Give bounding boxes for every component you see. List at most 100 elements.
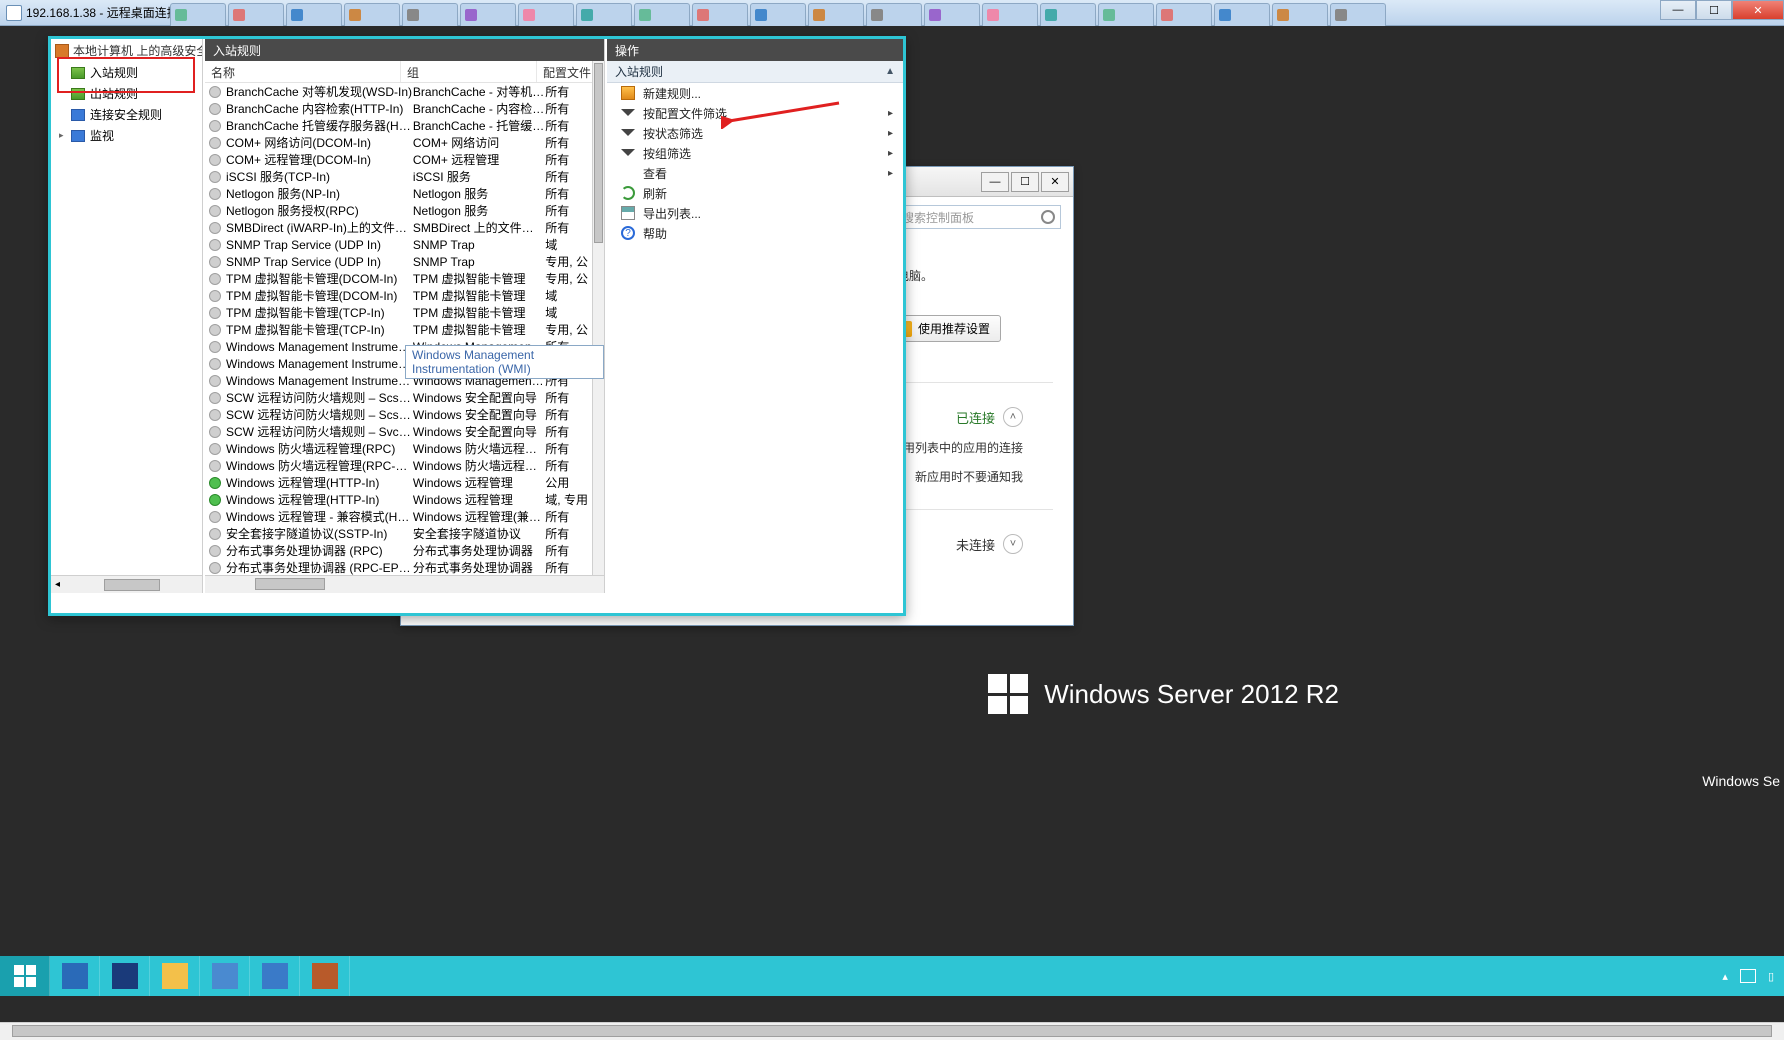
browser-tab[interactable] (750, 3, 806, 26)
rules-list[interactable]: BranchCache 对等机发现(WSD-In)BranchCache - 对… (205, 83, 592, 575)
rule-row[interactable]: BranchCache 托管缓存服务器(HTTP-In)BranchCache … (205, 117, 592, 134)
disabled-icon (209, 154, 221, 166)
rule-row[interactable]: SCW 远程访问防火墙规则 – Scshost - ...Windows 安全配… (205, 389, 592, 406)
rule-tooltip: Windows Management Instrumentation (WMI) (405, 345, 604, 379)
browser-tab[interactable] (576, 3, 632, 26)
cp-search-input[interactable]: 搜索控制面板 (895, 205, 1061, 229)
rule-row[interactable]: Windows 防火墙远程管理(RPC)Windows 防火墙远程管理所有 (205, 440, 592, 457)
rule-row[interactable]: TPM 虚拟智能卡管理(DCOM-In)TPM 虚拟智能卡管理域 (205, 287, 592, 304)
browser-tab[interactable] (460, 3, 516, 26)
rules-column-headers[interactable]: 名称 组 配置文件 (205, 61, 604, 83)
rule-row[interactable]: SMBDirect (iWARP-In)上的文件和打印...SMBDirect … (205, 219, 592, 236)
browser-tab[interactable] (402, 3, 458, 26)
browser-tab[interactable] (518, 3, 574, 26)
rule-name: Netlogon 服务(NP-In) (226, 185, 413, 202)
rule-row[interactable]: SCW 远程访问防火墙规则 – Svchost - T...Windows 安全… (205, 423, 592, 440)
cp-maximize-button[interactable]: ☐ (1011, 172, 1039, 192)
rules-v-scrollbar[interactable] (592, 61, 604, 575)
rule-name: Windows 远程管理(HTTP-In) (226, 474, 413, 491)
firewall-mmc-window[interactable]: 本地计算机 上的高级安全 Win 入站规则出站规则连接安全规则监视▸ ◂ 入站规… (48, 36, 906, 616)
action-item[interactable]: 导出列表... (607, 203, 903, 223)
browser-tab[interactable] (1040, 3, 1096, 26)
rule-row[interactable]: BranchCache 对等机发现(WSD-In)BranchCache - 对… (205, 83, 592, 100)
browser-tab[interactable] (924, 3, 980, 26)
collapse-icon[interactable]: ▲ (885, 66, 895, 77)
taskbar-powershell[interactable] (100, 956, 150, 996)
rule-row[interactable]: 分布式事务处理协调器 (RPC-EPMAP)分布式事务处理协调器所有 (205, 559, 592, 575)
action-item[interactable]: ?帮助 (607, 223, 903, 243)
rule-row[interactable]: Windows 远程管理(HTTP-In)Windows 远程管理域, 专用 (205, 491, 592, 508)
tree-item[interactable]: 监视▸ (51, 125, 202, 146)
browser-tab[interactable] (1214, 3, 1270, 26)
taskbar-firewall[interactable] (300, 956, 350, 996)
rule-row[interactable]: COM+ 网络访问(DCOM-In)COM+ 网络访问所有 (205, 134, 592, 151)
action-item[interactable]: 按组筛选▸ (607, 143, 903, 163)
minimize-button[interactable]: — (1660, 0, 1696, 20)
rule-row[interactable]: Windows 远程管理(HTTP-In)Windows 远程管理公用 (205, 474, 592, 491)
browser-tab[interactable] (808, 3, 864, 26)
col-name[interactable]: 名称 (205, 61, 401, 82)
action-item[interactable]: 查看▸ (607, 163, 903, 183)
tree-h-scrollbar[interactable]: ◂ (51, 575, 202, 593)
chevron-down-icon[interactable]: ˅ (1003, 534, 1023, 554)
tree-item[interactable]: 出站规则 (51, 83, 202, 104)
system-tray[interactable]: ▴ ▯ (1722, 956, 1774, 996)
browser-tab[interactable] (1098, 3, 1154, 26)
taskbar-control-panel[interactable] (250, 956, 300, 996)
cp-minimize-button[interactable]: — (981, 172, 1009, 192)
rule-row[interactable]: Netlogon 服务(NP-In)Netlogon 服务所有 (205, 185, 592, 202)
rule-row[interactable]: Netlogon 服务授权(RPC)Netlogon 服务所有 (205, 202, 592, 219)
start-button[interactable] (0, 956, 50, 996)
rules-h-scrollbar[interactable] (205, 575, 604, 593)
rule-row[interactable]: SCW 远程访问防火墙规则 – Scshost - ...Windows 安全配… (205, 406, 592, 423)
action-item[interactable]: 新建规则... (607, 83, 903, 103)
rule-row[interactable]: SNMP Trap Service (UDP In)SNMP Trap专用, 公 (205, 253, 592, 270)
mmc-rules-pane[interactable]: 入站规则 名称 组 配置文件 BranchCache 对等机发现(WSD-In)… (205, 39, 605, 593)
taskbar[interactable]: ▴ ▯ (0, 956, 1784, 996)
browser-tab[interactable] (982, 3, 1038, 26)
mmc-tree-pane[interactable]: 本地计算机 上的高级安全 Win 入站规则出站规则连接安全规则监视▸ ◂ (51, 39, 203, 593)
browser-tab[interactable] (1330, 3, 1386, 26)
rule-row[interactable]: TPM 虚拟智能卡管理(TCP-In)TPM 虚拟智能卡管理域 (205, 304, 592, 321)
rule-row[interactable]: iSCSI 服务(TCP-In)iSCSI 服务所有 (205, 168, 592, 185)
maximize-button[interactable]: ☐ (1696, 0, 1732, 20)
rule-row[interactable]: BranchCache 内容检索(HTTP-In)BranchCache - 内… (205, 100, 592, 117)
host-h-scrollbar[interactable] (0, 1022, 1784, 1040)
tray-caret-icon[interactable]: ▴ (1722, 970, 1728, 983)
col-group[interactable]: 组 (401, 61, 537, 82)
rule-row[interactable]: TPM 虚拟智能卡管理(TCP-In)TPM 虚拟智能卡管理专用, 公 (205, 321, 592, 338)
action-item[interactable]: 刷新 (607, 183, 903, 203)
action-item[interactable]: 按配置文件筛选▸ (607, 103, 903, 123)
rule-row[interactable]: 安全套接字隧道协议(SSTP-In)安全套接字隧道协议所有 (205, 525, 592, 542)
action-label: 新建规则... (643, 85, 701, 102)
mmc-actions-pane[interactable]: 操作 入站规则 ▲ 新建规则...按配置文件筛选▸按状态筛选▸按组筛选▸查看▸刷… (607, 39, 903, 593)
browser-tab[interactable] (692, 3, 748, 26)
tree-item[interactable]: 连接安全规则 (51, 104, 202, 125)
action-center-icon[interactable] (1740, 969, 1756, 983)
browser-tab[interactable] (286, 3, 342, 26)
action-item[interactable]: 按状态筛选▸ (607, 123, 903, 143)
rule-row[interactable]: 分布式事务处理协调器 (RPC)分布式事务处理协调器所有 (205, 542, 592, 559)
browser-tab[interactable] (866, 3, 922, 26)
rule-row[interactable]: Windows 防火墙远程管理(RPC-EPMAP)Windows 防火墙远程管… (205, 457, 592, 474)
chevron-up-icon[interactable]: ˄ (1003, 407, 1023, 427)
browser-tab[interactable] (1156, 3, 1212, 26)
browser-tab[interactable] (1272, 3, 1328, 26)
browser-tab[interactable] (344, 3, 400, 26)
rule-row[interactable]: Windows 远程管理 - 兼容模式(HTTP-In)Windows 远程管理… (205, 508, 592, 525)
taskbar-app-1[interactable] (200, 956, 250, 996)
tree-item[interactable]: 入站规则 (51, 62, 202, 83)
tree-root[interactable]: 本地计算机 上的高级安全 Win (51, 39, 202, 62)
taskbar-explorer[interactable] (150, 956, 200, 996)
cp-close-button[interactable]: ✕ (1041, 172, 1069, 192)
actions-subheader[interactable]: 入站规则 ▲ (607, 61, 903, 83)
taskbar-server-manager[interactable] (50, 956, 100, 996)
tab-favicon-icon (175, 9, 187, 21)
browser-tab[interactable] (634, 3, 690, 26)
browser-tab[interactable] (228, 3, 284, 26)
browser-tab[interactable] (170, 3, 226, 26)
rule-row[interactable]: COM+ 远程管理(DCOM-In)COM+ 远程管理所有 (205, 151, 592, 168)
rule-row[interactable]: SNMP Trap Service (UDP In)SNMP Trap域 (205, 236, 592, 253)
rule-row[interactable]: TPM 虚拟智能卡管理(DCOM-In)TPM 虚拟智能卡管理专用, 公 (205, 270, 592, 287)
close-button[interactable]: ✕ (1732, 0, 1784, 20)
